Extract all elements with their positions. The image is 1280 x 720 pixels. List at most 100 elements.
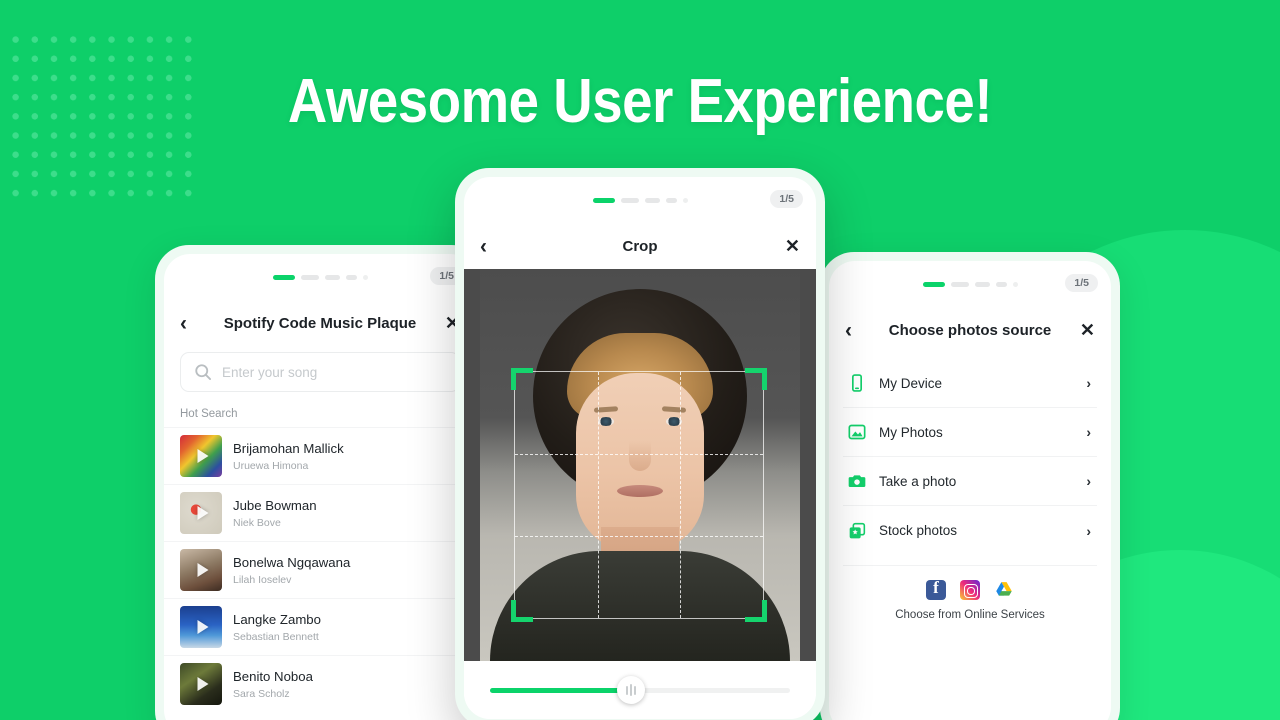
back-icon[interactable]: ‹ [180, 313, 198, 334]
online-services-label: Choose from Online Services [895, 609, 1045, 621]
step-dot-5 [1012, 281, 1018, 287]
instagram-icon[interactable] [960, 580, 980, 600]
album-art [180, 435, 222, 477]
crop-canvas[interactable] [464, 269, 816, 661]
stack-star-icon [849, 522, 866, 538]
chevron-right-icon: › [1086, 424, 1091, 440]
left-screen: 1/5 ‹ Spotify Code Music Plaque ✕ Enter … [164, 254, 476, 720]
zoom-slider-bar [464, 661, 816, 719]
slider-handle[interactable] [617, 676, 645, 704]
song-title: Bonelwa Ngqawana [233, 555, 351, 571]
step-dot-1 [922, 281, 945, 287]
song-list-item[interactable]: Bonelwa Ngqawana Lilah Ioselev › [164, 541, 476, 598]
album-art [180, 549, 222, 591]
close-icon[interactable]: ✕ [1077, 321, 1095, 339]
crop-grid-line-vertical [597, 372, 599, 618]
crop-grid-line-horizontal [515, 453, 763, 455]
crop-handle-bottom-right[interactable] [745, 600, 767, 622]
song-list-item[interactable]: Jube Bowman Niek Bove › [164, 484, 476, 541]
crop-handle-top-left[interactable] [511, 368, 533, 390]
step-dot-4 [995, 281, 1007, 287]
left-navbar: ‹ Spotify Code Music Plaque ✕ [164, 300, 476, 346]
play-icon [197, 677, 209, 691]
image-icon [848, 424, 866, 440]
phone-center-crop: 1/5 ‹ Crop ✕ [455, 168, 825, 720]
center-page-title: Crop [622, 237, 658, 255]
right-navbar: ‹ Choose photos source ✕ [829, 307, 1111, 353]
album-art [180, 492, 222, 534]
play-icon [197, 620, 209, 634]
close-icon[interactable]: ✕ [782, 237, 800, 255]
play-icon [197, 563, 209, 577]
handle-grip-line [626, 685, 628, 695]
search-placeholder: Enter your song [222, 364, 318, 380]
step-dot-5 [362, 274, 368, 280]
album-art [180, 663, 222, 705]
song-list-item[interactable]: Brijamohan Mallick Uruewa Himona › [164, 427, 476, 484]
handle-grip-line [630, 684, 632, 696]
step-dot-3 [324, 274, 340, 280]
online-services-card: Choose from Online Services [843, 565, 1097, 621]
camera-icon [848, 475, 866, 487]
google-drive-icon[interactable] [994, 580, 1014, 600]
left-page-title: Spotify Code Music Plaque [223, 314, 417, 332]
step-dot-2 [620, 197, 639, 203]
song-artist: Sara Scholz [233, 687, 290, 700]
step-dot-3 [644, 197, 660, 203]
phone-right-photo-source: 1/5 ‹ Choose photos source ✕ My Device › [820, 252, 1120, 720]
back-icon[interactable]: ‹ [845, 320, 863, 341]
song-title: Jube Bowman [233, 498, 317, 514]
crop-handle-top-right[interactable] [745, 368, 767, 390]
chevron-right-icon: › [1086, 522, 1091, 539]
source-label: Stock photos [879, 523, 958, 538]
step-dot-4 [665, 197, 677, 203]
source-label: My Device [879, 375, 943, 391]
song-artist: Niek Bove [233, 516, 281, 529]
song-list-item[interactable]: Langke Zambo Sebastian Bennett › [164, 598, 476, 655]
play-icon [197, 449, 209, 463]
center-navbar: ‹ Crop ✕ [464, 223, 816, 269]
song-title: Brijamohan Mallick [233, 441, 344, 457]
facebook-icon[interactable] [926, 578, 946, 600]
crop-selection-frame[interactable] [511, 368, 767, 622]
right-topbar: 1/5 [829, 261, 1111, 307]
center-step-badge: 1/5 [770, 190, 803, 208]
step-dot-2 [950, 281, 969, 287]
step-dot-1 [272, 274, 295, 280]
source-item-my-photos[interactable]: My Photos › [843, 408, 1097, 457]
song-artist: Lilah Ioselev [233, 573, 292, 586]
song-artist: Sebastian Bennett [233, 630, 319, 643]
crop-grid-line-vertical [680, 372, 682, 618]
song-meta: Langke Zambo Sebastian Bennett [233, 611, 444, 643]
slider-track[interactable] [490, 676, 790, 704]
song-meta: Benito Noboa Sara Scholz [233, 668, 444, 700]
phone-left-song-search: 1/5 ‹ Spotify Code Music Plaque ✕ Enter … [155, 245, 485, 720]
hot-search-label: Hot Search [180, 408, 238, 420]
play-icon [197, 506, 209, 520]
photo-source-list: My Device › My Photos › Take a photo › S… [829, 353, 1111, 555]
left-topbar: 1/5 [164, 254, 476, 300]
source-item-stock-photos[interactable]: Stock photos › [843, 506, 1097, 555]
right-step-indicator [922, 281, 1018, 287]
song-artist: Uruewa Himona [233, 459, 309, 472]
center-topbar: 1/5 [464, 177, 816, 223]
step-dot-4 [345, 274, 357, 280]
search-icon [195, 364, 211, 380]
song-meta: Brijamohan Mallick Uruewa Himona [233, 440, 444, 472]
crop-grid-line-horizontal [515, 535, 763, 537]
right-step-badge: 1/5 [1065, 274, 1098, 292]
step-dot-1 [592, 197, 615, 203]
source-item-take-a-photo[interactable]: Take a photo › [843, 457, 1097, 506]
song-title: Langke Zambo [233, 612, 321, 628]
back-icon[interactable]: ‹ [480, 236, 498, 257]
chevron-right-icon: › [1086, 375, 1091, 391]
source-item-my-device[interactable]: My Device › [843, 359, 1097, 408]
crop-handle-bottom-left[interactable] [511, 600, 533, 622]
right-screen: 1/5 ‹ Choose photos source ✕ My Device › [829, 261, 1111, 720]
search-input[interactable]: Enter your song [180, 352, 460, 392]
center-screen: 1/5 ‹ Crop ✕ [464, 177, 816, 719]
handle-grip-line [634, 685, 636, 695]
step-dot-3 [974, 281, 990, 287]
song-list-item[interactable]: Benito Noboa Sara Scholz › [164, 655, 476, 712]
chevron-right-icon: › [1086, 473, 1091, 489]
